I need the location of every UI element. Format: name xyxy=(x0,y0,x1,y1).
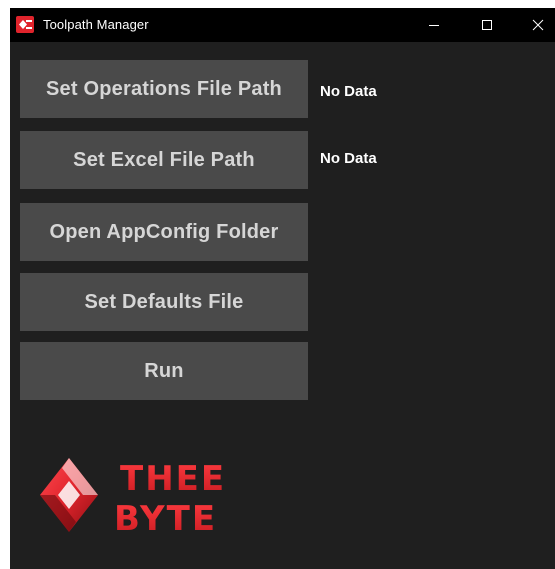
window-title: Toolpath Manager xyxy=(43,17,149,32)
operations-file-path-status: No Data xyxy=(320,83,377,100)
run-button[interactable]: Run xyxy=(20,342,308,400)
set-operations-file-path-button[interactable]: Set Operations File Path xyxy=(20,60,308,118)
open-appconfig-folder-button[interactable]: Open AppConfig Folder xyxy=(20,203,308,261)
red-diamond-logo-icon xyxy=(40,458,98,532)
app-window: Toolpath Manager Set Operations File Pat… xyxy=(10,8,555,569)
maximize-button[interactable] xyxy=(464,8,510,42)
minimize-icon xyxy=(429,25,439,26)
minimize-button[interactable] xyxy=(411,8,457,42)
close-icon xyxy=(532,19,544,31)
app-icon xyxy=(16,16,34,33)
maximize-icon xyxy=(482,20,492,30)
thee-byte-logo: THEE BYTE xyxy=(38,454,260,539)
close-button[interactable] xyxy=(515,8,555,42)
logo-text-line2: BYTE xyxy=(114,499,217,536)
logo-text-line1: THEE xyxy=(120,459,226,499)
title-bar[interactable]: Toolpath Manager xyxy=(10,8,555,42)
set-defaults-file-button[interactable]: Set Defaults File xyxy=(20,273,308,331)
set-excel-file-path-button[interactable]: Set Excel File Path xyxy=(20,131,308,189)
excel-file-path-status: No Data xyxy=(320,150,377,167)
